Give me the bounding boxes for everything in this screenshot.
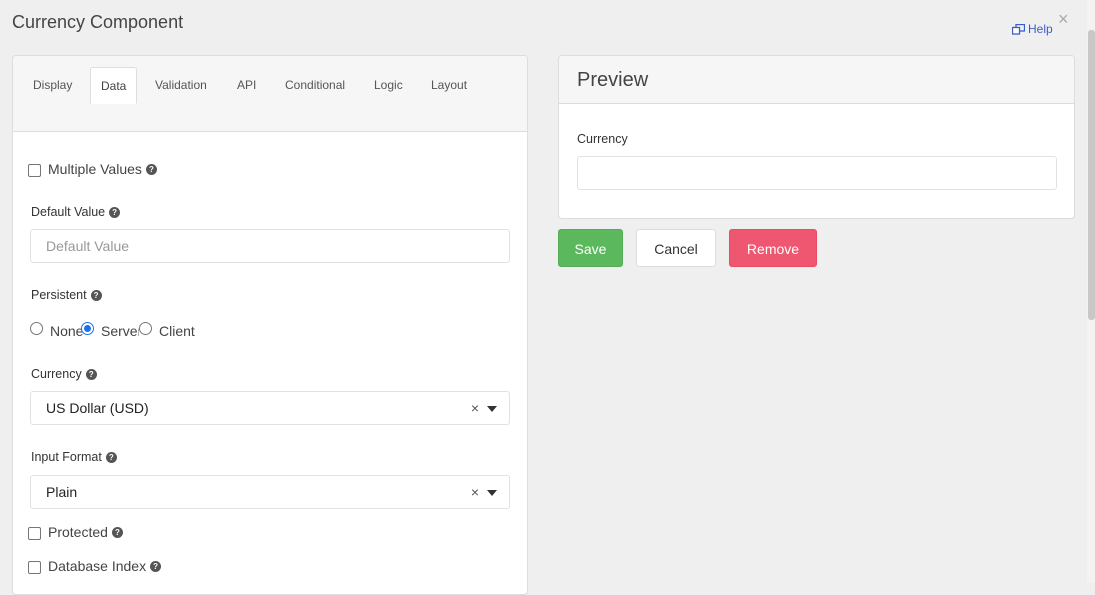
preview-currency-label: Currency: [577, 132, 628, 146]
scrollbar-thumb[interactable]: [1088, 30, 1095, 320]
question-circle-icon[interactable]: ?: [111, 526, 123, 538]
question-circle-icon[interactable]: ?: [85, 368, 97, 380]
save-button[interactable]: Save: [558, 229, 623, 267]
clear-x-icon[interactable]: ×: [471, 476, 479, 508]
currency-label: Currency ?: [31, 367, 97, 381]
persistent-client-label: Client: [159, 323, 195, 339]
help-label: Help: [1028, 22, 1053, 36]
tab-api[interactable]: API: [227, 67, 266, 103]
tab-bar: Display Data Validation API Conditional …: [13, 56, 527, 132]
persistent-text: Persistent: [31, 288, 87, 302]
input-format-selected-value: Plain: [46, 484, 78, 500]
database-index-label: Database Index ?: [48, 558, 162, 574]
external-window-icon: [1012, 23, 1025, 35]
preview-panel: Preview Currency: [558, 55, 1075, 219]
protected-checkbox[interactable]: [28, 527, 41, 540]
question-circle-icon[interactable]: ?: [145, 163, 157, 175]
default-value-label: Default Value ?: [31, 205, 121, 219]
tab-layout[interactable]: Layout: [421, 67, 477, 103]
preview-header: Preview: [559, 56, 1074, 104]
input-format-select[interactable]: Plain ×: [30, 475, 510, 509]
persistent-client-radio[interactable]: [139, 322, 152, 335]
default-value-input[interactable]: Default Value: [30, 229, 510, 263]
persistent-none-radio[interactable]: [30, 322, 43, 335]
tab-validation[interactable]: Validation: [145, 67, 217, 103]
tab-logic[interactable]: Logic: [364, 67, 413, 103]
remove-button[interactable]: Remove: [729, 229, 817, 267]
database-index-text: Database Index: [48, 558, 147, 574]
question-circle-icon[interactable]: ?: [90, 289, 102, 301]
protected-text: Protected: [48, 524, 108, 540]
tab-display[interactable]: Display: [23, 67, 82, 103]
protected-label: Protected ?: [48, 524, 123, 540]
preview-currency-input[interactable]: [577, 156, 1057, 190]
close-icon[interactable]: ×: [1058, 9, 1069, 29]
currency-text: Currency: [31, 367, 82, 381]
database-index-checkbox[interactable]: [28, 561, 41, 574]
caret-down-icon[interactable]: [487, 406, 497, 412]
cancel-button[interactable]: Cancel: [636, 229, 716, 267]
multiple-values-text: Multiple Values: [48, 161, 142, 177]
tab-data[interactable]: Data: [90, 67, 138, 104]
question-circle-icon[interactable]: ?: [150, 560, 162, 572]
clear-x-icon[interactable]: ×: [471, 392, 479, 424]
persistent-server-label: Server: [101, 323, 139, 339]
default-value-text: Default Value: [31, 205, 106, 219]
currency-selected-value: US Dollar (USD): [46, 400, 149, 416]
multiple-values-label: Multiple Values ?: [48, 161, 157, 177]
currency-select[interactable]: US Dollar (USD) ×: [30, 391, 510, 425]
preview-title: Preview: [577, 69, 649, 91]
input-format-label: Input Format ?: [31, 450, 117, 464]
input-format-text: Input Format: [31, 450, 102, 464]
question-circle-icon[interactable]: ?: [105, 451, 117, 463]
persistent-server-radio[interactable]: [81, 322, 94, 335]
caret-down-icon[interactable]: [487, 490, 497, 496]
help-link[interactable]: Help: [1012, 22, 1053, 36]
question-circle-icon[interactable]: ?: [109, 206, 121, 218]
multiple-values-checkbox[interactable]: [28, 164, 41, 177]
dialog-title: Currency Component: [12, 12, 184, 32]
persistent-label: Persistent ?: [31, 288, 102, 302]
tab-conditional[interactable]: Conditional: [275, 67, 355, 103]
